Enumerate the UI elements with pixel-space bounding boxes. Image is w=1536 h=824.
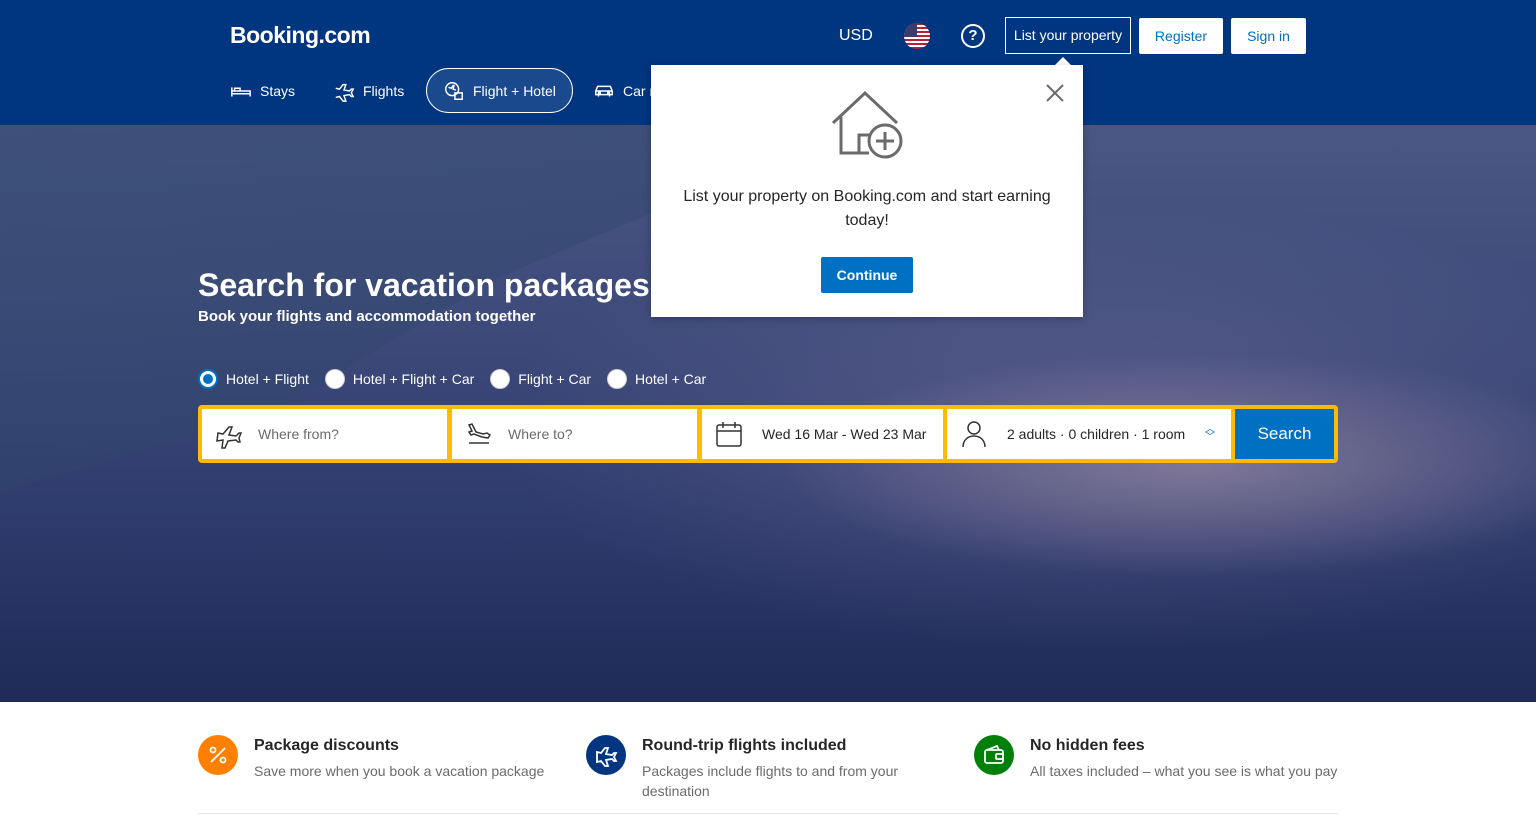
tab-flights-label: Flights — [363, 82, 405, 99]
feature-package-discounts: Package discounts Save more when you boo… — [198, 735, 568, 781]
destination-field[interactable]: Where to? — [452, 409, 697, 459]
tab-flight-hotel-label: Flight + Hotel — [473, 82, 556, 99]
popup-message: List your property on Booking.com and st… — [683, 188, 1051, 229]
section-divider — [198, 813, 1338, 814]
radio-label: Hotel + Car — [635, 371, 707, 387]
booking-logo[interactable]: Booking.com — [230, 22, 371, 49]
package-type-radios: Hotel + Flight Hotel + Flight + Car Flig… — [198, 369, 722, 389]
page-subtitle: Book your flights and accommodation toge… — [198, 308, 536, 325]
chevron-up-down-icon: ︿ ﹀ — [1205, 424, 1215, 443]
search-button[interactable]: Search — [1235, 409, 1334, 459]
car-icon — [595, 85, 613, 96]
plane-arrival-icon — [467, 423, 492, 444]
wallet-icon — [974, 735, 1014, 775]
continue-button[interactable]: Continue — [821, 257, 913, 293]
plane-departure-icon — [216, 426, 243, 449]
tab-flights[interactable]: Flights — [317, 68, 420, 113]
origin-field[interactable]: Where from? — [202, 409, 447, 459]
person-icon — [962, 421, 986, 448]
tab-stays[interactable]: Stays — [214, 68, 311, 113]
plane-icon — [335, 83, 355, 102]
feature-no-hidden-fees: No hidden fees All taxes included – what… — [974, 735, 1338, 781]
date-range-field[interactable]: Wed 16 Mar - Wed 23 Mar — [702, 409, 943, 459]
radio-hotel-flight[interactable]: Hotel + Flight — [198, 369, 309, 389]
page-title: Search for vacation packages — [198, 267, 650, 303]
feature-title: No hidden fees — [1030, 737, 1145, 754]
sign-in-button[interactable]: Sign in — [1231, 18, 1306, 54]
flight-hotel-icon — [445, 81, 463, 100]
feature-round-trip: Round-trip flights included Packages inc… — [586, 735, 956, 801]
radio-button[interactable] — [607, 369, 628, 389]
date-range-value: Wed 16 Mar - Wed 23 Mar — [762, 426, 927, 442]
percent-icon — [198, 735, 238, 775]
radio-flight-car[interactable]: Flight + Car — [490, 369, 591, 389]
currency-selector[interactable]: USD — [839, 27, 873, 45]
feature-title: Package discounts — [254, 737, 399, 754]
radio-hotel-flight-car[interactable]: Hotel + Flight + Car — [324, 369, 475, 389]
tab-flight-hotel[interactable]: Flight + Hotel — [426, 68, 573, 113]
radio-label: Hotel + Flight + Car — [352, 371, 475, 387]
radio-hotel-car[interactable]: Hotel + Car — [607, 369, 706, 389]
list-property-button[interactable]: List your property — [1005, 17, 1131, 54]
feature-text: Packages include flights to and from you… — [642, 763, 899, 799]
radio-label: Hotel + Flight — [226, 371, 309, 387]
origin-placeholder: Where from? — [258, 426, 339, 442]
radio-button[interactable] — [198, 369, 218, 389]
us-flag-icon[interactable] — [904, 23, 930, 49]
help-icon[interactable]: ? — [961, 24, 985, 48]
feature-text: All taxes included – what you see is wha… — [1030, 763, 1338, 779]
house-add-icon — [831, 90, 903, 159]
radio-button[interactable] — [490, 369, 511, 389]
radio-label: Flight + Car — [518, 371, 592, 387]
list-property-popup: List your property on Booking.com and st… — [651, 65, 1083, 317]
radio-button[interactable] — [324, 369, 345, 389]
feature-title: Round-trip flights included — [642, 737, 847, 754]
search-bar: Where from? Where to? Wed 16 Mar - Wed 2… — [198, 405, 1338, 463]
tab-stays-label: Stays — [260, 82, 296, 99]
bed-icon — [231, 86, 251, 96]
feature-text: Save more when you book a vacation packa… — [254, 763, 545, 779]
plane-icon — [586, 735, 626, 775]
guests-value: 2 adults · 0 children · 1 room — [1007, 426, 1186, 442]
destination-placeholder: Where to? — [508, 426, 573, 442]
register-button[interactable]: Register — [1139, 18, 1223, 54]
calendar-icon — [716, 422, 742, 447]
guests-field[interactable]: 2 adults · 0 children · 1 room ︿ ﹀ — [947, 409, 1231, 459]
close-icon[interactable] — [1045, 83, 1065, 103]
